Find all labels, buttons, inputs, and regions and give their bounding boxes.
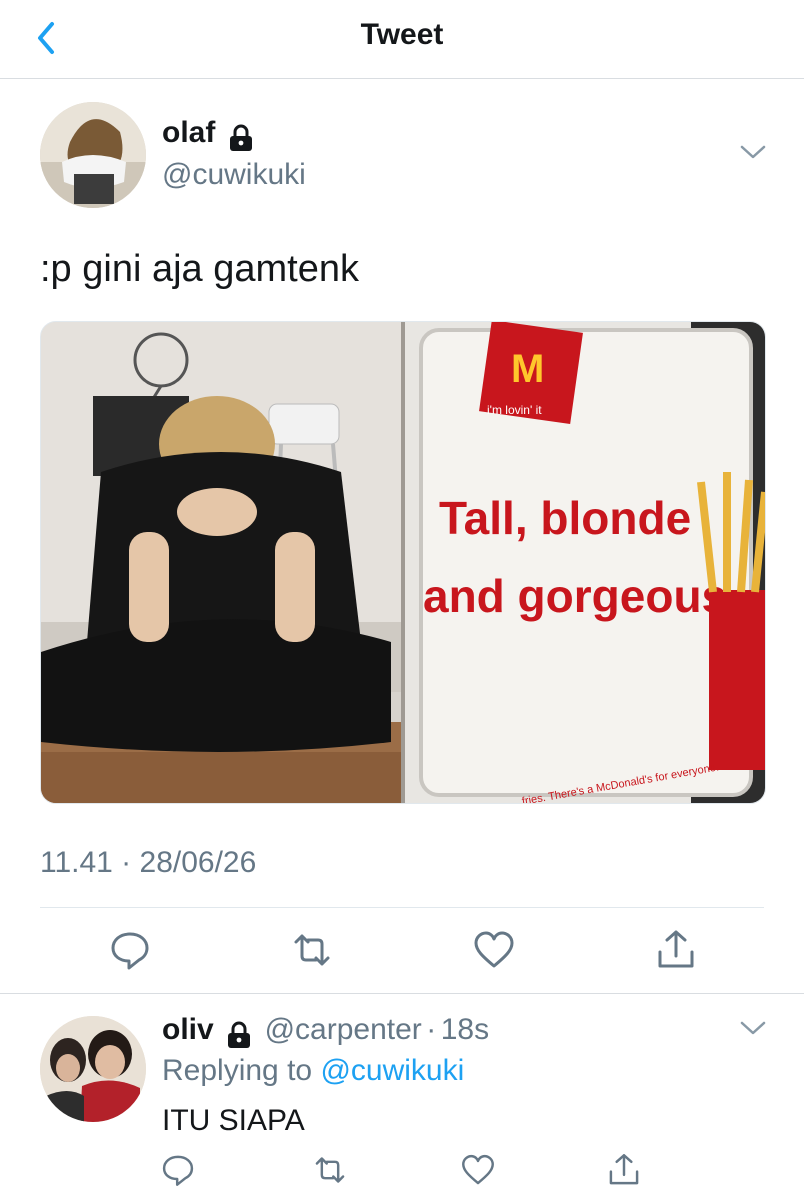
- retweet-button[interactable]: [290, 928, 334, 972]
- replying-to-line: Replying to @cuwikuki: [162, 1054, 464, 1088]
- replying-to-handle[interactable]: @cuwikuki: [320, 1054, 464, 1087]
- reply-reply-button[interactable]: [160, 1152, 196, 1188]
- sign-tagline: i'm lovin' it: [487, 403, 542, 417]
- tweet-timestamp[interactable]: 11.41 · 28/06/26: [40, 846, 256, 880]
- top-bar: Tweet: [0, 0, 804, 79]
- heart-icon: [474, 931, 514, 968]
- share-button[interactable]: [654, 928, 698, 972]
- share-icon: [658, 930, 694, 968]
- author-name[interactable]: olaf: [162, 116, 215, 149]
- chevron-down-icon: [740, 145, 766, 159]
- author-avatar[interactable]: [40, 102, 146, 208]
- reply-section-divider: [0, 993, 804, 994]
- reply-separator: ·: [426, 1013, 437, 1046]
- reply-retweet-button[interactable]: [312, 1152, 348, 1188]
- reply-author-avatar[interactable]: [40, 1016, 146, 1122]
- lock-icon: [228, 1021, 251, 1048]
- reply-like-button[interactable]: [460, 1152, 496, 1188]
- tweet-menu-button[interactable]: [740, 144, 766, 165]
- reply-author-handle[interactable]: @carpenter: [265, 1013, 422, 1046]
- replying-to-label: Replying to: [162, 1054, 313, 1087]
- sign-headline-line2: and gorgeous.: [423, 570, 740, 622]
- reply-header-row: oliv @carpenter · 18s: [162, 1013, 489, 1050]
- tweet-text: :p gini aja gamtenk: [40, 248, 359, 290]
- comment-icon: [111, 932, 149, 970]
- tweet-action-bar: [0, 928, 804, 972]
- heart-icon: [462, 1154, 494, 1185]
- share-icon: [609, 1154, 639, 1185]
- comment-icon: [162, 1155, 194, 1186]
- reply-time: 18s: [440, 1013, 490, 1046]
- reply-author-name[interactable]: oliv: [162, 1013, 214, 1046]
- page-title: Tweet: [360, 18, 444, 51]
- like-button[interactable]: [472, 928, 516, 972]
- reply-button[interactable]: [108, 928, 152, 972]
- svg-text:M: M: [511, 347, 544, 391]
- reply-menu-button[interactable]: [740, 1020, 766, 1041]
- reply-share-button[interactable]: [606, 1152, 642, 1188]
- reply-text: ITU SIAPA: [162, 1104, 305, 1137]
- author-handle[interactable]: @cuwikuki: [162, 158, 306, 192]
- reply-action-bar: [0, 1152, 804, 1196]
- lock-icon: [229, 124, 252, 151]
- tweet-media[interactable]: M i'm lovin' it Tall, blonde and gorgeou…: [40, 321, 766, 804]
- retweet-icon: [315, 1157, 345, 1183]
- sign-headline-line1: Tall, blonde: [439, 492, 691, 544]
- retweet-icon: [294, 934, 330, 966]
- author-name-row: olaf: [162, 116, 256, 153]
- timestamp-divider: [40, 907, 764, 908]
- chevron-down-icon: [740, 1021, 766, 1035]
